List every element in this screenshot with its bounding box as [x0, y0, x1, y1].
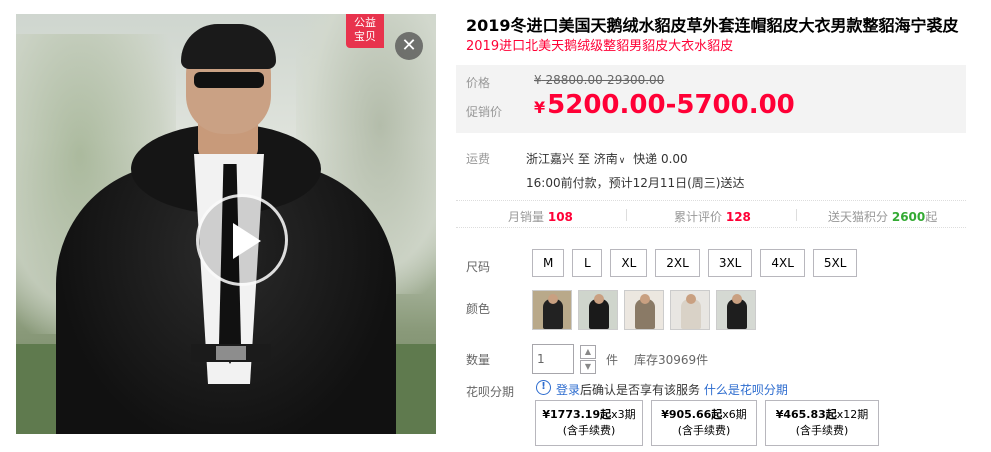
color-swatch[interactable]	[578, 290, 618, 330]
tmall-points-suffix: 起	[925, 210, 938, 224]
charity-badge: 公益 宝贝	[346, 14, 384, 48]
divider	[626, 209, 627, 221]
what-is-huabei-link[interactable]: 什么是花呗分期	[704, 383, 788, 397]
plan-fee: (含手续费)	[562, 424, 616, 437]
badge-line2: 宝贝	[354, 30, 376, 43]
plan-fee: (含手续费)	[795, 424, 849, 437]
quantity-increase-button[interactable]: ▲	[580, 345, 596, 359]
sunglasses	[194, 72, 264, 88]
installment-label: 花呗分期	[466, 385, 515, 399]
plan-periods: x12期	[836, 408, 869, 421]
price-box: 价格 ¥ 28800.00-29300.00 促销价 ¥5200.00-5700…	[456, 65, 966, 133]
badge-line1: 公益	[354, 16, 376, 29]
login-link[interactable]: 登录	[556, 383, 580, 397]
chevron-up-icon: ▲	[584, 347, 592, 356]
plan-amount: ¥1773.19起	[542, 408, 612, 421]
plan-amount-line: ¥905.66起x6期	[652, 407, 756, 423]
close-video-button[interactable]: ✕	[395, 32, 423, 60]
installment-plan[interactable]: ¥905.66起x6期 (含手续费)	[651, 400, 757, 446]
sale-price: ¥5200.00-5700.00	[534, 90, 795, 120]
shipping-destination: 济南	[593, 152, 618, 166]
shipping-origin: 浙江嘉兴	[526, 152, 575, 166]
plan-amount-line: ¥1773.19起x3期	[536, 407, 642, 423]
close-icon: ✕	[401, 35, 417, 56]
shipping-info: 浙江嘉兴 至 济南∨ 快递 0.00	[526, 150, 688, 167]
quantity-input[interactable]: 1	[532, 344, 574, 374]
size-option[interactable]: XL	[610, 249, 648, 277]
monthly-sales: 月销量 108	[508, 208, 573, 225]
plan-periods: x3期	[611, 408, 636, 421]
plan-fee: (含手续费)	[677, 424, 731, 437]
model-hair	[181, 24, 276, 69]
installment-notice-text: 后确认是否享有该服务	[580, 383, 701, 397]
shipping-destination-select[interactable]: 济南∨	[594, 152, 630, 166]
sale-price-value: 5200.00-5700.00	[547, 90, 795, 120]
product-main-image[interactable]	[16, 14, 436, 434]
color-swatch[interactable]	[532, 290, 572, 330]
shipping-label: 运费	[466, 152, 491, 166]
review-count-value: 128	[725, 210, 751, 224]
size-option[interactable]: 4XL	[760, 249, 805, 277]
original-price: ¥ 28800.00-29300.00	[534, 73, 664, 87]
video-play-button[interactable]	[196, 194, 288, 286]
plan-amount-line: ¥465.83起x12期	[766, 407, 878, 423]
quantity-decrease-button[interactable]: ▼	[580, 360, 596, 374]
color-swatch[interactable]	[670, 290, 710, 330]
color-swatch[interactable]	[624, 290, 664, 330]
review-count[interactable]: 累计评价 128	[674, 208, 751, 225]
currency-symbol: ¥	[534, 73, 542, 87]
stock-count: 库存30969件	[634, 353, 709, 367]
info-icon: !	[536, 380, 551, 395]
monthly-sales-label: 月销量	[508, 210, 545, 224]
plan-amount: ¥465.83起	[775, 408, 837, 421]
sale-price-label: 促销价	[466, 105, 503, 119]
size-option[interactable]: 3XL	[707, 249, 753, 277]
product-subtitle: 2019进口北美天鹅绒级整貂男貂皮大衣水貂皮	[466, 39, 734, 54]
size-option[interactable]: 2XL	[655, 249, 700, 277]
installment-plan[interactable]: ¥465.83起x12期 (含手续费)	[765, 400, 879, 446]
belt-buckle	[216, 346, 246, 360]
size-option[interactable]: M	[532, 249, 565, 277]
play-icon	[233, 223, 261, 259]
monthly-sales-value: 108	[547, 210, 573, 224]
tmall-points: 送天猫积分 2600起	[828, 208, 937, 225]
shipping-method: 快递 0.00	[633, 152, 688, 166]
installment-notice: 登录后确认是否享有该服务 什么是花呗分期	[556, 381, 788, 398]
size-options: M L XL 2XL 3XL 4XL 5XL	[532, 249, 858, 277]
delivery-estimate: 16:00前付款，预计12月11日(周三)送达	[526, 176, 745, 190]
shipping-to: 至	[577, 152, 590, 166]
tmall-points-value: 2600	[891, 210, 926, 224]
size-label: 尺码	[466, 260, 491, 274]
review-count-label: 累计评价	[674, 210, 723, 224]
quantity-unit: 件	[606, 353, 619, 367]
installment-plan[interactable]: ¥1773.19起x3期 (含手续费)	[535, 400, 643, 446]
chevron-down-icon: ∨	[618, 156, 626, 166]
divider	[796, 209, 797, 221]
installment-plans: ¥1773.19起x3期 (含手续费) ¥905.66起x6期 (含手续费) ¥…	[535, 400, 879, 446]
product-detail-panel: 2019冬进口美国天鹅绒水貂皮草外套连帽貂皮大衣男款整貂海宁裘皮 2019进口北…	[456, 0, 976, 452]
original-price-value: 28800.00-29300.00	[545, 73, 665, 87]
size-option[interactable]: L	[572, 249, 603, 277]
quantity-label: 数量	[466, 353, 491, 367]
sale-currency-symbol: ¥	[534, 98, 546, 117]
tmall-points-label: 送天猫积分	[828, 210, 889, 224]
color-options	[532, 290, 756, 330]
product-title: 2019冬进口美国天鹅绒水貂皮草外套连帽貂皮大衣男款整貂海宁裘皮	[466, 16, 959, 35]
stats-bar: 月销量 108 累计评价 128 送天猫积分 2600起	[456, 200, 966, 228]
original-price-label: 价格	[466, 76, 491, 90]
color-label: 颜色	[466, 302, 491, 316]
plan-periods: x6期	[722, 408, 747, 421]
color-swatch[interactable]	[716, 290, 756, 330]
size-option[interactable]: 5XL	[812, 249, 858, 277]
plan-amount: ¥905.66起	[661, 408, 723, 421]
chevron-down-icon: ▼	[584, 362, 592, 371]
